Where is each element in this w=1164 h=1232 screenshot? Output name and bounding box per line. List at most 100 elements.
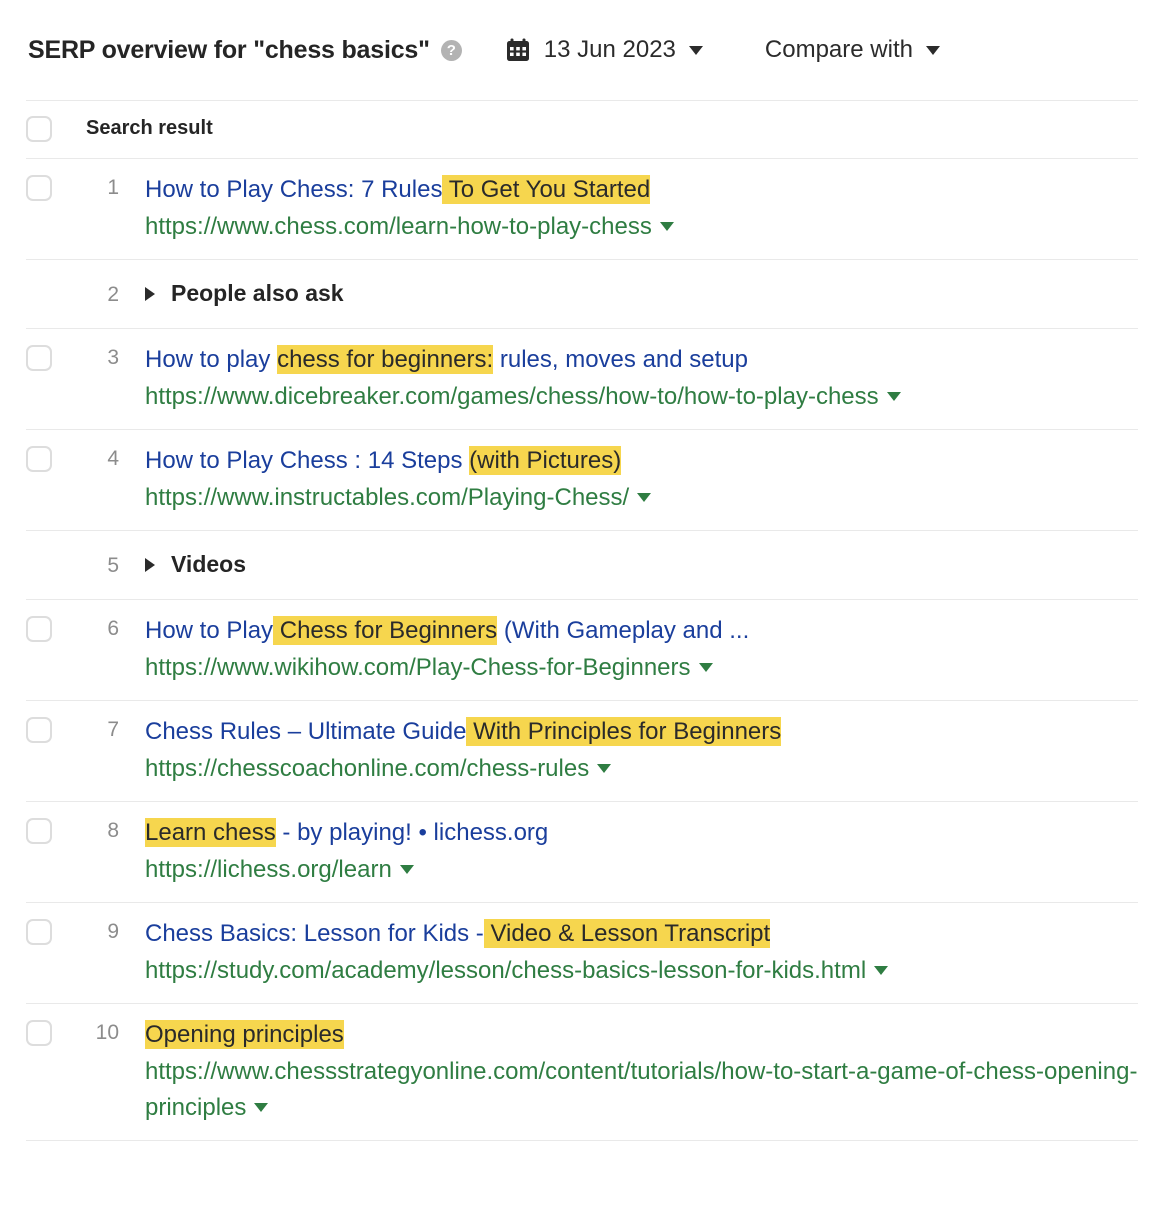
chevron-down-icon[interactable] xyxy=(887,392,901,401)
table-header-row: Search result xyxy=(26,100,1138,158)
row-content: Videos xyxy=(145,551,1138,578)
serp-overview-header: SERP overview for "chess basics" ? 13 Ju… xyxy=(0,0,1164,100)
row-select-checkbox[interactable] xyxy=(26,345,52,371)
row-select-checkbox[interactable] xyxy=(26,919,52,945)
result-url-text: https://www.chessstrategyonline.com/cont… xyxy=(145,1058,1137,1121)
row-select-checkbox[interactable] xyxy=(26,818,52,844)
result-title-link[interactable]: Chess Rules – Ultimate Guide With Princi… xyxy=(145,715,1138,749)
chevron-down-icon[interactable] xyxy=(597,764,611,773)
keyword-highlight: (with Pictures) xyxy=(469,446,621,475)
result-url-text: https://www.wikihow.com/Play-Chess-for-B… xyxy=(145,654,691,681)
row-select-cell xyxy=(26,173,86,201)
results-rows: 1 How to Play Chess: 7 Rules To Get You S… xyxy=(26,158,1138,1140)
row-content: How to Play Chess for Beginners (With Ga… xyxy=(145,614,1138,686)
row-content: People also ask xyxy=(145,280,1138,307)
result-title-link[interactable]: How to Play Chess for Beginners (With Ga… xyxy=(145,614,1138,648)
row-select-cell xyxy=(26,551,86,579)
row-content: Opening principles https://www.chessstrat… xyxy=(145,1018,1138,1126)
result-url-text: https://www.instructables.com/Playing-Ch… xyxy=(145,484,629,511)
title-text: Chess Rules – Ultimate Guide xyxy=(145,718,466,745)
chevron-down-icon[interactable] xyxy=(699,663,713,672)
chevron-down-icon xyxy=(689,46,703,55)
chevron-down-icon[interactable] xyxy=(874,966,888,975)
result-title-link[interactable]: Chess Basics: Lesson for Kids - Video & … xyxy=(145,917,1138,951)
compare-with-label: Compare with xyxy=(765,36,913,64)
chevron-right-icon xyxy=(145,558,155,572)
result-url-text: https://lichess.org/learn xyxy=(145,856,392,883)
title-text: Chess Basics: Lesson for Kids - xyxy=(145,920,484,947)
row-content: Chess Basics: Lesson for Kids - Video & … xyxy=(145,917,1138,989)
result-title-link[interactable]: Opening principles xyxy=(145,1018,1138,1052)
title-text: How to Play Chess : 14 Steps xyxy=(145,447,469,474)
chevron-down-icon[interactable] xyxy=(637,493,651,502)
result-title-link[interactable]: How to play chess for beginners: rules, … xyxy=(145,343,1138,377)
result-url[interactable]: https://www.wikihow.com/Play-Chess-for-B… xyxy=(145,650,1138,686)
result-url[interactable]: https://www.chess.com/learn-how-to-play-… xyxy=(145,209,1138,245)
table-row: 9 Chess Basics: Lesson for Kids - Video &… xyxy=(26,902,1138,1003)
title-text: (With Gameplay and ... xyxy=(497,617,749,644)
result-title-link[interactable]: How to Play Chess: 7 Rules To Get You St… xyxy=(145,173,1138,207)
result-position-number: 6 xyxy=(86,614,119,641)
compare-with-dropdown[interactable]: Compare with xyxy=(765,36,940,64)
row-select-cell xyxy=(26,1018,86,1046)
result-url[interactable]: https://lichess.org/learn xyxy=(145,852,1138,888)
result-url[interactable]: https://www.dicebreaker.com/games/chess/… xyxy=(145,379,1138,415)
chevron-down-icon[interactable] xyxy=(400,865,414,874)
result-position-number: 4 xyxy=(86,444,119,471)
title-text: How to play xyxy=(145,346,277,373)
row-content: How to Play Chess : 14 Steps (with Pictu… xyxy=(145,444,1138,516)
keyword-highlight: Learn chess xyxy=(145,818,276,847)
result-position-number: 7 xyxy=(86,715,119,742)
serp-feature-toggle[interactable]: Videos xyxy=(145,551,1138,578)
serp-feature-toggle[interactable]: People also ask xyxy=(145,280,1138,307)
serp-feature-label: People also ask xyxy=(171,280,344,307)
title-text: rules, moves and setup xyxy=(493,346,748,373)
table-bottom-divider xyxy=(26,1140,1138,1141)
serp-feature-row: 5 Videos xyxy=(26,530,1138,599)
page-title: SERP overview for "chess basics" xyxy=(28,36,430,65)
row-select-checkbox[interactable] xyxy=(26,446,52,472)
result-position-number: 9 xyxy=(86,917,119,944)
table-row: 6 How to Play Chess for Beginners (With G… xyxy=(26,599,1138,700)
row-select-cell xyxy=(26,444,86,472)
result-position-number: 5 xyxy=(86,551,119,578)
result-title-link[interactable]: Learn chess - by playing! • lichess.org xyxy=(145,816,1138,850)
chevron-down-icon[interactable] xyxy=(660,222,674,231)
serp-feature-label: Videos xyxy=(171,551,246,578)
table-row: 10 Opening principles https://www.chessstr… xyxy=(26,1003,1138,1140)
row-select-cell xyxy=(26,816,86,844)
row-content: How to play chess for beginners: rules, … xyxy=(145,343,1138,415)
keyword-highlight: To Get You Started xyxy=(442,175,650,204)
row-content: Chess Rules – Ultimate Guide With Princi… xyxy=(145,715,1138,787)
date-picker[interactable]: 13 Jun 2023 xyxy=(506,36,703,64)
calendar-icon xyxy=(506,38,530,62)
row-select-cell xyxy=(26,715,86,743)
result-url[interactable]: https://www.chessstrategyonline.com/cont… xyxy=(145,1054,1138,1126)
result-position-number: 8 xyxy=(86,816,119,843)
keyword-highlight: Video & Lesson Transcript xyxy=(484,919,770,948)
chevron-down-icon[interactable] xyxy=(254,1103,268,1112)
row-select-checkbox[interactable] xyxy=(26,717,52,743)
keyword-highlight: chess for beginners: xyxy=(277,345,493,374)
row-select-cell xyxy=(26,614,86,642)
result-position-number: 2 xyxy=(86,280,119,307)
table-row: 3How to play chess for beginners: rules,… xyxy=(26,328,1138,429)
chevron-right-icon xyxy=(145,287,155,301)
row-select-cell xyxy=(26,280,86,308)
result-position-number: 1 xyxy=(86,173,119,200)
table-row: 7 Chess Rules – Ultimate Guide With Princ… xyxy=(26,700,1138,801)
serp-feature-row: 2 People also ask xyxy=(26,259,1138,328)
row-select-checkbox[interactable] xyxy=(26,1020,52,1046)
row-select-checkbox[interactable] xyxy=(26,616,52,642)
row-select-checkbox[interactable] xyxy=(26,175,52,201)
question-mark-circle-icon[interactable]: ? xyxy=(441,40,462,61)
row-select-cell xyxy=(26,917,86,945)
selected-date: 13 Jun 2023 xyxy=(544,36,676,64)
result-url-text: https://www.dicebreaker.com/games/chess/… xyxy=(145,383,879,410)
result-url[interactable]: https://chesscoachonline.com/chess-rules xyxy=(145,751,1138,787)
result-position-number: 10 xyxy=(86,1018,119,1045)
select-all-checkbox[interactable] xyxy=(26,116,52,142)
result-url[interactable]: https://study.com/academy/lesson/chess-b… xyxy=(145,953,1138,989)
result-title-link[interactable]: How to Play Chess : 14 Steps (with Pictu… xyxy=(145,444,1138,478)
result-url[interactable]: https://www.instructables.com/Playing-Ch… xyxy=(145,480,1138,516)
